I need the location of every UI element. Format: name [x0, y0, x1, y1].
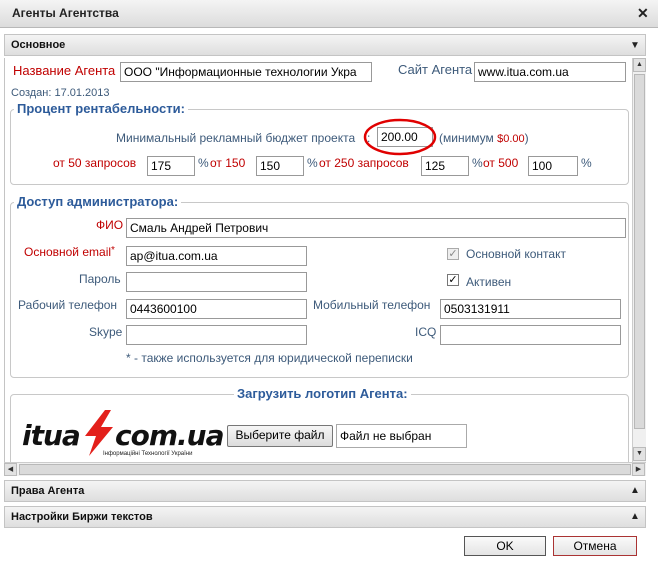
ok-button[interactable]: OK — [464, 536, 546, 556]
main-section-panel: Название Агента ООО "Информационные техн… — [4, 58, 633, 462]
tier-3-label: от 250 запросов — [319, 156, 409, 170]
section-header-rights[interactable]: Права Агента ▲ — [4, 480, 646, 502]
work-phone-label: Рабочий телефон — [18, 298, 118, 312]
tier-3-input[interactable]: 125 — [421, 156, 469, 176]
password-label: Пароль — [79, 272, 121, 286]
profit-legend: Процент рентабельности: — [14, 101, 188, 116]
section-header-main[interactable]: Основное ▼ — [4, 34, 646, 56]
tier-2-input[interactable]: 150 — [256, 156, 304, 176]
agent-site-input[interactable]: www.itua.com.ua — [474, 62, 626, 82]
tier-4-input[interactable]: 100 — [528, 156, 578, 176]
tier-1-label: от 50 запросов — [53, 156, 137, 170]
tier-4-percent: % — [581, 156, 592, 170]
tier-3-percent: % — [472, 156, 483, 170]
main-contact-label: Основной контакт — [466, 247, 566, 261]
logo-legend: Загрузить логотип Агента: — [234, 386, 411, 401]
dialog-title: Агенты Агентства — [12, 6, 119, 20]
fio-label: ФИО — [96, 218, 124, 232]
tier-4-label: от 500 — [483, 156, 519, 170]
email-required-star: * — [111, 245, 115, 256]
chevron-up-icon[interactable]: ▲ — [630, 511, 640, 522]
mobile-phone-label: Мобильный телефон — [313, 298, 431, 312]
minimum-suffix: ) — [524, 131, 529, 145]
tier-1-percent: % — [198, 156, 209, 170]
section-title-rights: Права Агента — [11, 485, 85, 497]
main-contact-checkbox[interactable]: ✓ — [447, 248, 459, 260]
email-input[interactable]: ap@itua.com.ua — [126, 246, 307, 266]
icq-input[interactable] — [440, 325, 621, 345]
vertical-scrollbar[interactable]: ▲ ▼ — [632, 58, 646, 462]
work-phone-input[interactable]: 0443600100 — [126, 299, 307, 319]
logo-text-left: itua — [22, 419, 81, 452]
fio-input[interactable]: Смаль Андрей Петрович — [126, 218, 626, 238]
created-date: Создан: 17.01.2013 — [11, 87, 110, 99]
section-title-main: Основное — [11, 39, 66, 51]
choose-file-button[interactable]: Выберите файл — [227, 425, 333, 447]
email-label: Основной email* — [24, 245, 115, 259]
logo-text-right: com.ua — [115, 419, 224, 452]
chevron-down-icon[interactable]: ▼ — [630, 40, 640, 51]
section-title-exchange: Настройки Биржи текстов — [11, 511, 153, 523]
dialog-titlebar: Агенты Агентства ✕ — [0, 0, 658, 28]
lightning-bolt-icon — [85, 410, 113, 456]
scroll-left-icon[interactable]: ◀ — [4, 463, 17, 476]
chevron-up-icon[interactable]: ▲ — [630, 485, 640, 496]
mobile-phone-input[interactable]: 0503131911 — [440, 299, 621, 319]
agent-name-label: Название Агента — [13, 63, 116, 78]
logo-subtitle: Інформаційні Технології України — [103, 451, 193, 457]
annotation-circle — [363, 118, 437, 156]
scroll-down-icon[interactable]: ▼ — [633, 447, 646, 461]
vertical-scroll-thumb[interactable] — [634, 74, 645, 429]
scroll-up-icon[interactable]: ▲ — [633, 58, 646, 72]
file-name-field: Файл не выбран — [336, 424, 467, 448]
active-checkbox[interactable]: ✓ — [447, 274, 459, 286]
minimum-prefix: (минимум — [439, 131, 494, 145]
icq-label: ICQ — [415, 325, 437, 339]
horizontal-scrollbar[interactable]: ◀ ▶ — [4, 462, 646, 476]
footnote: * - также используется для юридической п… — [126, 351, 413, 365]
tier-2-label: от 150 — [210, 156, 246, 170]
tier-1-input[interactable]: 175 — [147, 156, 195, 176]
close-icon[interactable]: ✕ — [637, 5, 649, 22]
agent-site-label: Сайт Агента — [398, 62, 473, 77]
agent-name-input[interactable]: ООО "Информационные технологии Укра — [120, 62, 372, 82]
tier-2-percent: % — [307, 156, 318, 170]
section-header-exchange[interactable]: Настройки Биржи текстов ▲ — [4, 506, 646, 528]
skype-input[interactable] — [126, 325, 307, 345]
password-input[interactable] — [126, 272, 307, 292]
budget-label: Минимальный рекламный бюджет проекта — [116, 131, 356, 145]
scroll-right-icon[interactable]: ▶ — [632, 463, 645, 476]
agent-logo: itua com.ua Інформаційні Технології Укра… — [21, 410, 225, 460]
minimum-value: $0.00 — [497, 133, 525, 145]
cancel-button[interactable]: Отмена — [553, 536, 637, 556]
skype-label: Skype — [89, 325, 123, 339]
active-label: Активен — [466, 275, 512, 289]
horizontal-scroll-thumb[interactable] — [19, 464, 631, 475]
admin-legend: Доступ администратора: — [14, 194, 182, 209]
